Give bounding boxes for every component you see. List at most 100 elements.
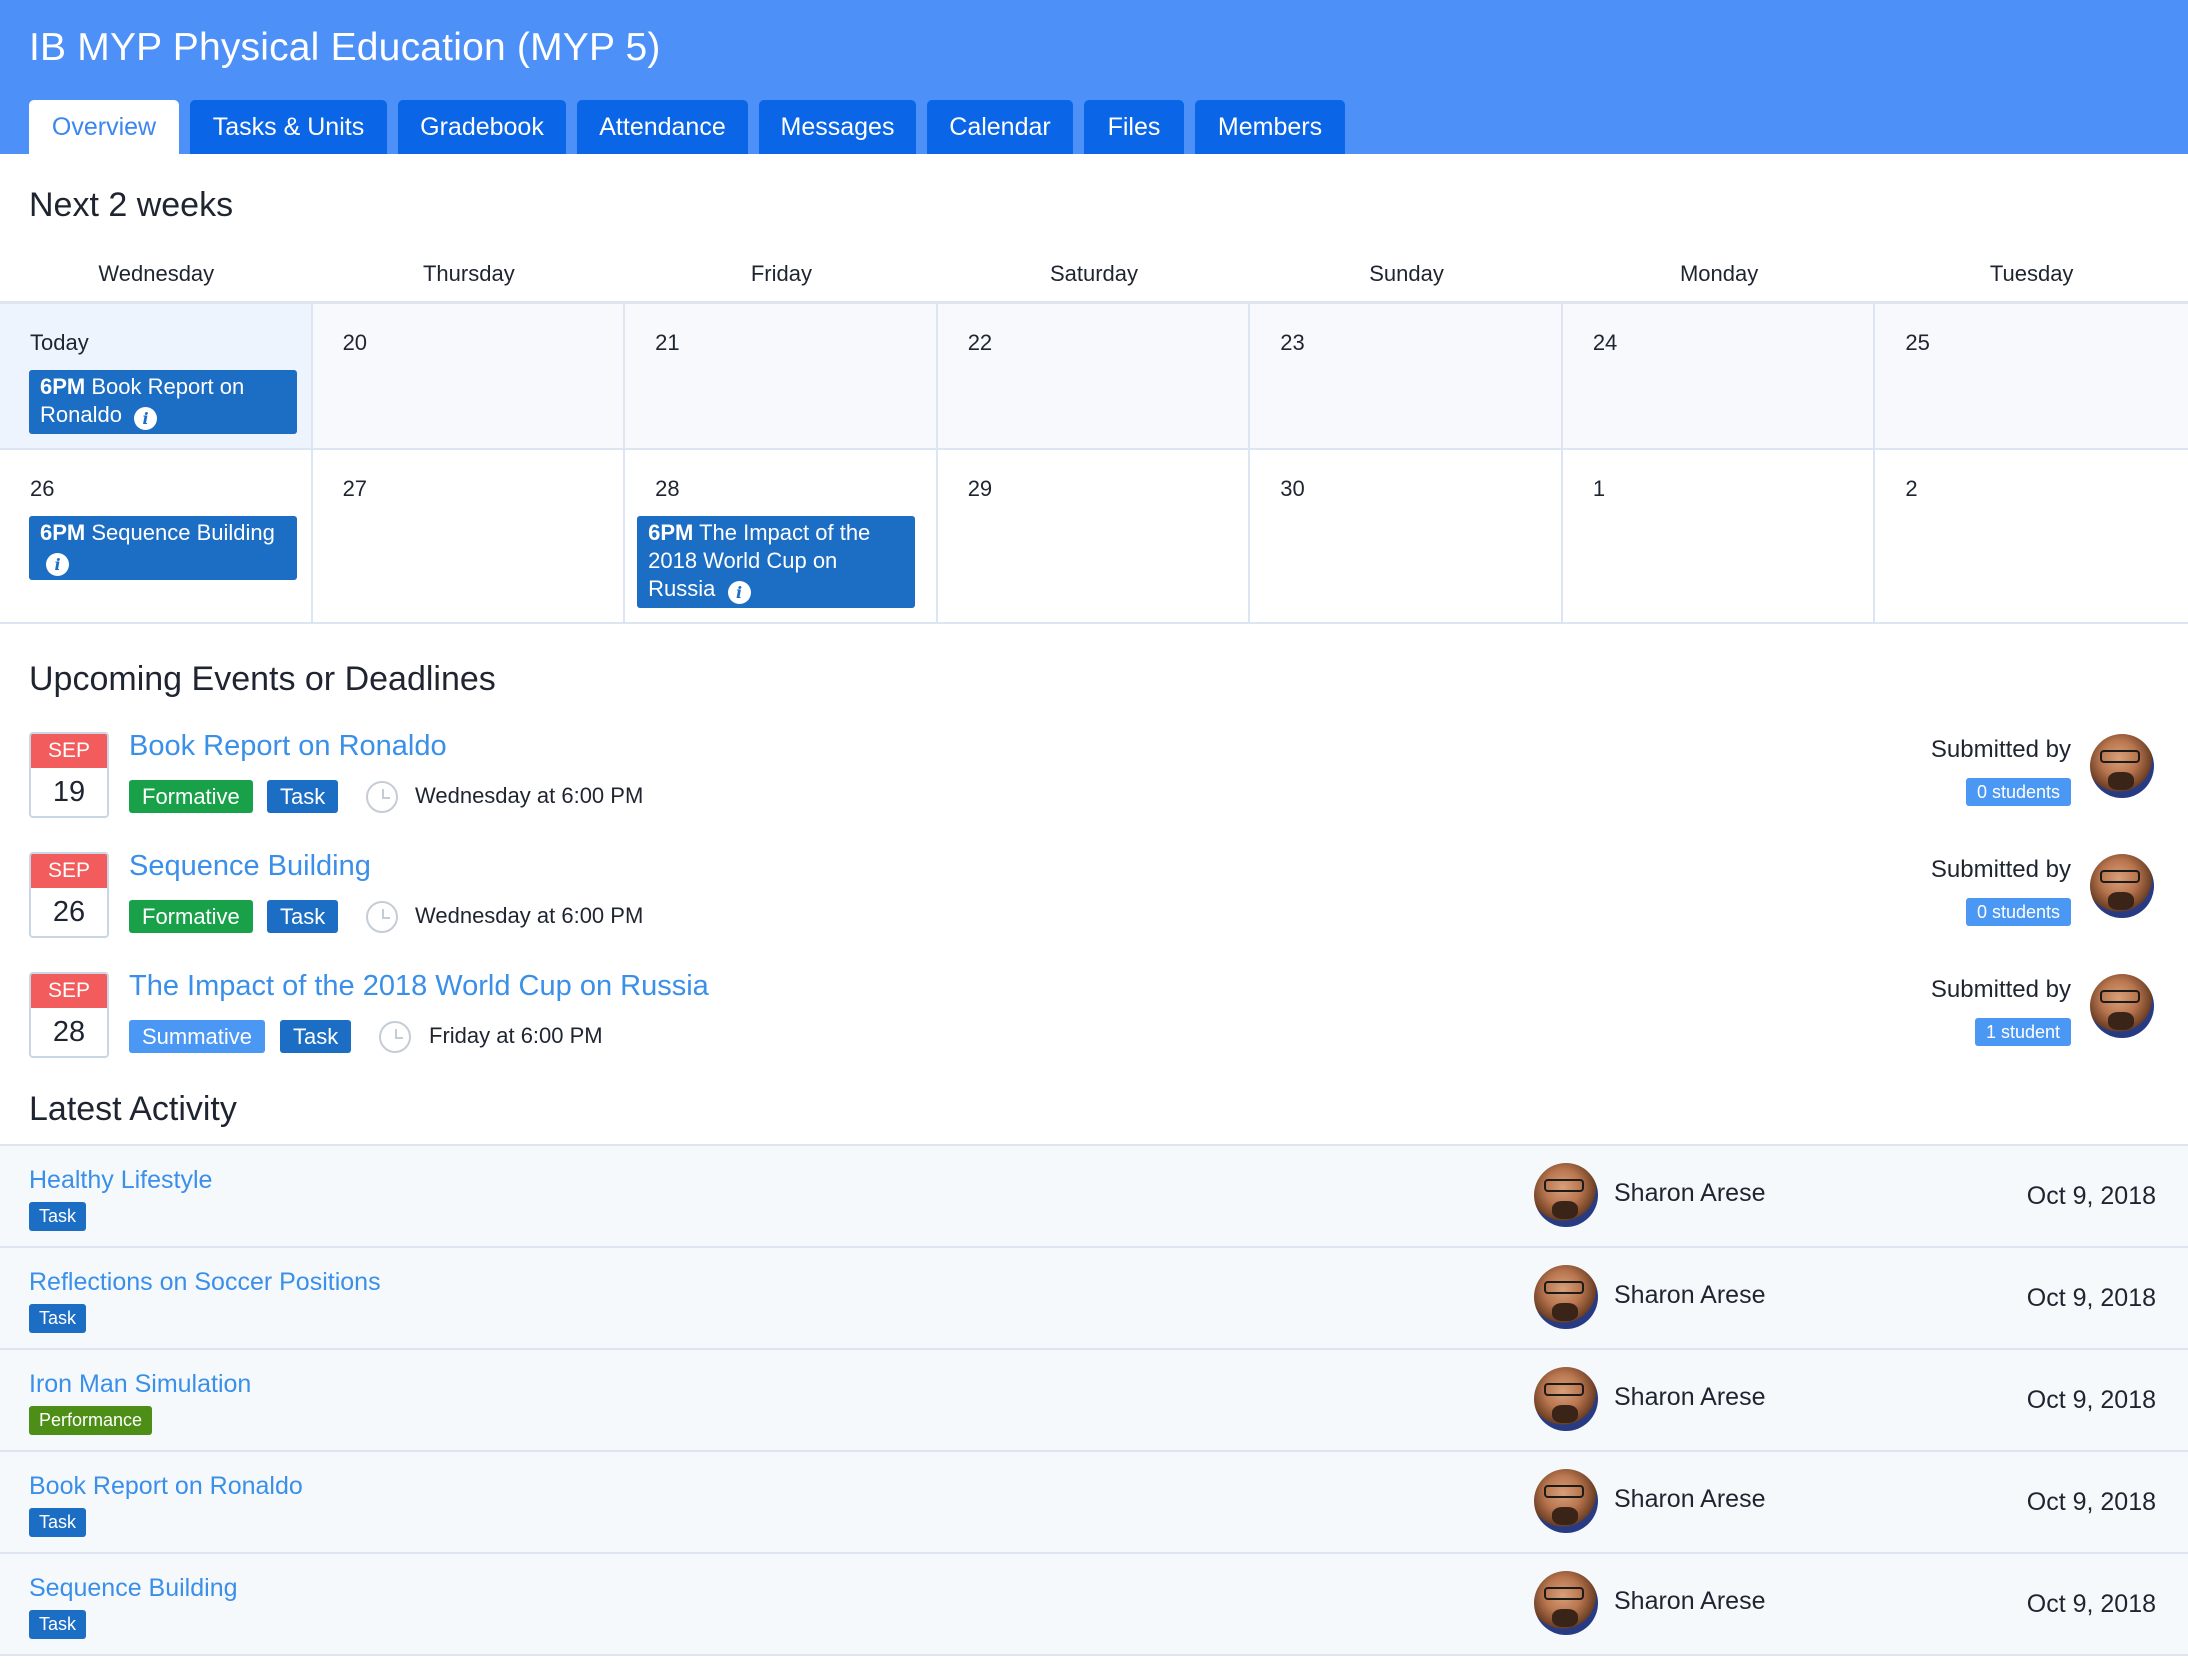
activity-date: Oct 9, 2018: [2026, 1182, 2156, 1210]
date-badge-month: SEP: [31, 854, 107, 888]
assessment-type-badge: Formative: [129, 900, 253, 933]
date-badge-day: 28: [52, 1016, 86, 1048]
calendar-day[interactable]: 24: [1563, 304, 1876, 448]
calendar-day[interactable]: 23: [1250, 304, 1563, 448]
calendar-day[interactable]: 20: [313, 304, 626, 448]
user-avatar: [1534, 1265, 1598, 1329]
user-avatar: [1534, 1469, 1598, 1533]
user-avatar: [1534, 1163, 1598, 1227]
weekday-label: Sunday: [1369, 261, 1444, 286]
activity-row: Iron Man Simulation Performance Sharon A…: [0, 1350, 2188, 1452]
weekday-label: Monday: [1679, 261, 1759, 286]
activity-title-link[interactable]: Healthy Lifestyle: [29, 1166, 212, 1195]
clock-icon: [366, 781, 398, 813]
day-number: 27: [342, 476, 368, 501]
activity-user: Sharon Arese: [1614, 1281, 1766, 1309]
calendar-heading: Next 2 weeks: [29, 186, 234, 224]
activity-row: Healthy Lifestyle Task Sharon Arese Oct …: [0, 1146, 2188, 1248]
activity-row: Book Report on Ronaldo Task Sharon Arese…: [0, 1452, 2188, 1554]
activity-user: Sharon Arese: [1614, 1179, 1766, 1207]
day-number: 25: [1905, 330, 1930, 355]
day-number: 1: [1592, 476, 1606, 501]
activity-title-link[interactable]: Book Report on Ronaldo: [29, 1472, 303, 1501]
activity-date: Oct 9, 2018: [2026, 1386, 2156, 1414]
activity-row: Sequence Building Task Sharon Arese Oct …: [0, 1554, 2188, 1656]
event-time: 6PM: [40, 374, 86, 399]
date-badge-month: SEP: [31, 974, 107, 1008]
activity-date: Oct 9, 2018: [2026, 1488, 2156, 1516]
upcoming-title-link[interactable]: Book Report on Ronaldo: [129, 730, 447, 763]
activity-title-link[interactable]: Reflections on Soccer Positions: [29, 1268, 381, 1297]
calendar-day[interactable]: 28 6PM The Impact of the 2018 World Cup …: [625, 450, 938, 622]
tab-attendance[interactable]: Attendance: [577, 100, 748, 154]
activity-row: Reflections on Soccer Positions Task Sha…: [0, 1248, 2188, 1350]
due-time: Friday at 6:00 PM: [429, 1023, 603, 1048]
calendar-week-row: 26 6PM Sequence Building i 27 28 6PM The…: [0, 450, 2188, 624]
calendar-day[interactable]: 26 6PM Sequence Building i: [0, 450, 313, 622]
weekday-label: Wednesday: [98, 261, 215, 286]
submitted-by-label: Submitted by: [1930, 736, 2071, 763]
activity-list: Healthy Lifestyle Task Sharon Arese Oct …: [0, 1144, 2188, 1656]
calendar-day[interactable]: 2: [1875, 450, 2188, 622]
info-icon[interactable]: i: [46, 553, 69, 576]
calendar-day[interactable]: 25: [1875, 304, 2188, 448]
tab-gradebook[interactable]: Gradebook: [398, 100, 566, 154]
activity-title-link[interactable]: Sequence Building: [29, 1574, 238, 1603]
activity-date: Oct 9, 2018: [2026, 1284, 2156, 1312]
tab-calendar[interactable]: Calendar: [927, 100, 1073, 154]
weekday-label: Tuesday: [1989, 261, 2074, 286]
task-badge: Task: [267, 780, 339, 813]
calendar-day[interactable]: 22: [938, 304, 1251, 448]
calendar-day[interactable]: 1: [1563, 450, 1876, 622]
event-title: Sequence Building: [91, 520, 275, 545]
course-title: IB MYP Physical Education (MYP 5): [29, 26, 661, 69]
course-tabs: Overview Tasks & Units Gradebook Attenda…: [29, 100, 1356, 154]
upcoming-title-link[interactable]: The Impact of the 2018 World Cup on Russ…: [129, 970, 709, 1003]
submitted-count-badge[interactable]: 0 students: [1965, 898, 2071, 926]
clock-icon: [366, 901, 398, 933]
clock-icon: [379, 1021, 411, 1053]
tab-files[interactable]: Files: [1084, 100, 1184, 154]
day-number: 2: [1905, 476, 1918, 501]
day-number: 23: [1280, 330, 1305, 355]
due-time: Wednesday at 6:00 PM: [415, 903, 644, 928]
calendar-day[interactable]: 27: [313, 450, 626, 622]
tab-messages[interactable]: Messages: [759, 100, 916, 154]
activity-title-link[interactable]: Iron Man Simulation: [29, 1370, 251, 1399]
due-time: Wednesday at 6:00 PM: [415, 783, 644, 808]
submitted-by-label: Submitted by: [1930, 856, 2071, 883]
calendar-day-today[interactable]: Today 6PM Book Report on Ronaldo i: [0, 304, 313, 448]
teacher-avatar: [2090, 974, 2154, 1038]
date-badge: SEP 26: [29, 852, 109, 938]
info-icon[interactable]: i: [134, 407, 158, 430]
submitted-count-badge[interactable]: 1 student: [1974, 1018, 2071, 1046]
calendar-day[interactable]: 30: [1250, 450, 1563, 622]
activity-type-badge: Task: [29, 1610, 87, 1639]
upcoming-item: SEP 28 The Impact of the 2018 World Cup …: [0, 970, 2188, 1072]
weekday-label: Thursday: [422, 261, 515, 286]
day-number: Today: [30, 330, 89, 355]
activity-type-badge: Task: [29, 1202, 87, 1231]
activity-type-badge: Performance: [29, 1406, 153, 1435]
tab-overview[interactable]: Overview: [29, 100, 179, 154]
submitted-count-badge[interactable]: 0 students: [1965, 778, 2071, 806]
calendar-day[interactable]: 29: [938, 450, 1251, 622]
calendar-day[interactable]: 21: [625, 304, 938, 448]
event-time: 6PM: [40, 520, 86, 545]
upcoming-title-link[interactable]: Sequence Building: [129, 850, 371, 883]
tab-tasks-units[interactable]: Tasks & Units: [190, 100, 387, 154]
tab-members[interactable]: Members: [1195, 100, 1345, 154]
two-week-calendar: Wednesday Thursday Friday Saturday Sunda…: [0, 246, 2188, 624]
day-number: 22: [967, 330, 993, 355]
calendar-event[interactable]: 6PM Book Report on Ronaldo i: [29, 370, 297, 434]
course-header: IB MYP Physical Education (MYP 5) Overvi…: [0, 0, 2188, 154]
day-number: 26: [30, 476, 55, 501]
calendar-event[interactable]: 6PM The Impact of the 2018 World Cup on …: [637, 516, 916, 608]
activity-type-badge: Task: [29, 1508, 87, 1537]
weekday-label: Saturday: [1049, 261, 1138, 286]
teacher-avatar: [2090, 734, 2154, 798]
calendar-event[interactable]: 6PM Sequence Building i: [29, 516, 297, 580]
day-number: 20: [342, 330, 368, 355]
info-icon[interactable]: i: [727, 581, 751, 604]
activity-user: Sharon Arese: [1614, 1587, 1766, 1615]
